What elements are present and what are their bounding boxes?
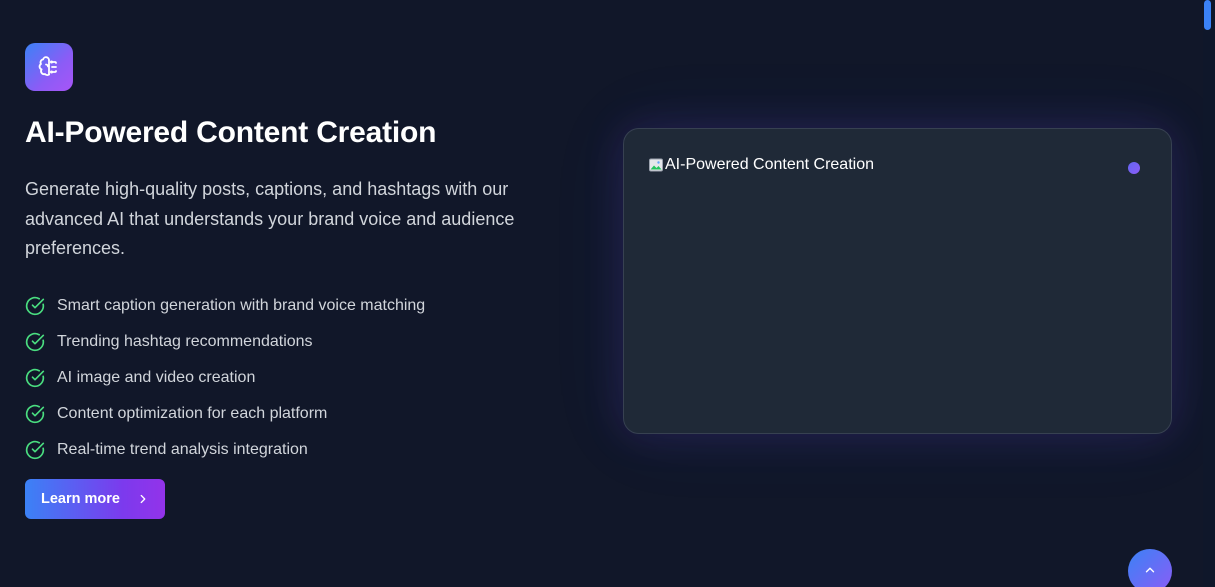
feature-list-item: Content optimization for each platform — [25, 396, 425, 432]
preview-image-alt-text: AI-Powered Content Creation — [665, 156, 874, 173]
feature-list-item: AI image and video creation — [25, 360, 425, 396]
feature-item-label: Trending hashtag recommendations — [57, 333, 313, 350]
feature-heading: AI-Powered Content Creation — [25, 116, 437, 149]
status-dot — [1128, 162, 1140, 174]
chevron-up-icon — [1145, 567, 1155, 573]
check-circle-icon — [25, 404, 45, 424]
feature-list: Smart caption generation with brand voic… — [25, 288, 425, 468]
scroll-to-top-button[interactable] — [1128, 549, 1172, 587]
feature-description: Generate high-quality posts, captions, a… — [25, 179, 515, 258]
feature-item-label: Smart caption generation with brand voic… — [57, 297, 426, 314]
scrollbar-thumb[interactable] — [1204, 0, 1211, 30]
scrollbar-track[interactable] — [1203, 0, 1215, 587]
feature-icon-badge — [25, 43, 73, 91]
check-circle-icon — [25, 440, 45, 460]
brain-icon — [38, 56, 57, 76]
feature-item-label: AI image and video creation — [57, 369, 256, 386]
check-circle-icon — [25, 368, 45, 388]
check-circle-icon — [25, 332, 45, 352]
feature-item-label: Content optimization for each platform — [57, 405, 328, 422]
feature-list-item: Real-time trend analysis integration — [25, 432, 425, 468]
feature-item-label: Real-time trend analysis integration — [57, 441, 308, 458]
feature-list-item: Smart caption generation with brand voic… — [25, 288, 425, 324]
broken-image-icon — [649, 158, 663, 172]
preview-card: AI-Powered Content Creation — [623, 128, 1172, 434]
preview-image: AI-Powered Content Creation — [648, 156, 874, 174]
check-circle-icon — [25, 296, 45, 316]
feature-list-item: Trending hashtag recommendations — [25, 324, 425, 360]
learn-more-button[interactable]: Learn more — [25, 479, 165, 519]
chevron-right-icon — [140, 494, 146, 504]
page: AI-Powered Content Creation Generate hig… — [0, 0, 1215, 587]
learn-more-label: Learn more — [41, 491, 120, 507]
